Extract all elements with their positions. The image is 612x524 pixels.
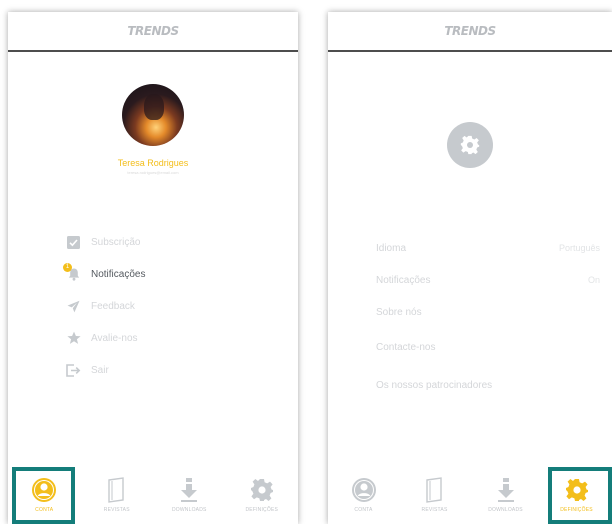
tab-label: DEFINIÇÕES: [560, 507, 593, 513]
download-icon: [492, 476, 520, 504]
tab-label: CONTA: [354, 507, 373, 513]
tab-settings[interactable]: DEFINIÇÕES: [232, 476, 292, 513]
setting-contact-us[interactable]: Contacte-nos: [376, 328, 600, 366]
settings-gear-icon: [447, 122, 493, 168]
magazine-icon: [421, 476, 449, 504]
setting-label: Os nossos patrocinadores: [376, 379, 493, 391]
user-profile: Teresa Rodrigues teresa.rodrigues@email.…: [8, 84, 298, 175]
settings-list: Idioma Português Notificações On Sobre n…: [376, 232, 600, 404]
setting-notifications[interactable]: Notificações On: [376, 264, 600, 296]
setting-label: Idioma: [376, 242, 407, 254]
menu-item-subscription[interactable]: Subscrição: [66, 226, 288, 258]
tab-magazines[interactable]: REVISTAS: [87, 476, 147, 513]
bottom-tab-bar: CONTA REVISTAS DOWNLOADS DEFINIÇÕES: [8, 466, 298, 524]
trends-logo: TRENDS: [444, 24, 496, 38]
trends-logo: TRENDS: [127, 24, 179, 38]
bell-icon: 1: [63, 262, 81, 282]
tab-label: DOWNLOADS: [171, 507, 207, 513]
setting-language[interactable]: Idioma Português: [376, 232, 600, 264]
menu-item-notifications[interactable]: 1 Notificações: [63, 258, 288, 290]
setting-about-us[interactable]: Sobre nós: [376, 296, 600, 328]
account-screen: TRENDS Teresa Rodrigues teresa.rodrigues…: [8, 12, 298, 524]
tab-label: CONTA: [35, 507, 54, 513]
menu-item-logout[interactable]: Sair: [66, 354, 288, 386]
menu-item-rate-us[interactable]: Avalie-nos: [66, 322, 288, 354]
gear-icon: [248, 476, 276, 504]
setting-label: Sobre nós: [376, 306, 422, 318]
tab-label: DEFINIÇÕES: [245, 507, 279, 513]
logout-icon: [66, 363, 81, 378]
menu-item-feedback[interactable]: Feedback: [66, 290, 288, 322]
user-email: teresa.rodrigues@email.com: [127, 170, 179, 175]
menu-item-label: Feedback: [91, 300, 135, 312]
setting-value: Português: [558, 243, 600, 253]
app-header: TRENDS: [8, 12, 298, 52]
user-name: Teresa Rodrigues: [117, 158, 189, 168]
user-icon: [350, 476, 378, 504]
menu-item-label: Notificações: [91, 268, 146, 280]
setting-label: Notificações: [376, 274, 431, 286]
user-icon: [30, 476, 58, 504]
menu-item-label: Avalie-nos: [91, 332, 138, 344]
avatar[interactable]: [122, 84, 184, 146]
menu-item-label: Sair: [91, 364, 109, 376]
tab-label: REVISTAS: [421, 507, 448, 513]
tab-magazines[interactable]: REVISTAS: [405, 476, 465, 513]
send-icon: [66, 299, 81, 314]
download-icon: [175, 476, 203, 504]
tab-downloads[interactable]: DOWNLOADS: [159, 476, 219, 513]
bottom-tab-bar: CONTA REVISTAS DOWNLOADS DEFINIÇÕES: [328, 466, 612, 524]
gear-icon: [563, 476, 591, 504]
account-menu: Subscrição 1 Notificações Feedback Avali…: [63, 226, 288, 386]
notification-badge: 1: [63, 262, 72, 272]
tab-label: REVISTAS: [103, 507, 130, 513]
tab-settings[interactable]: DEFINIÇÕES: [547, 476, 607, 513]
tab-account[interactable]: CONTA: [14, 476, 74, 513]
setting-label: Contacte-nos: [376, 341, 436, 353]
settings-screen: TRENDS Idioma Português Notificações On …: [328, 12, 612, 524]
menu-item-label: Subscrição: [91, 236, 141, 248]
app-header: TRENDS: [328, 12, 612, 52]
star-icon: [66, 331, 81, 346]
magazine-icon: [103, 476, 131, 504]
setting-sponsors[interactable]: Os nossos patrocinadores: [376, 366, 600, 404]
tab-downloads[interactable]: DOWNLOADS: [476, 476, 536, 513]
tab-account[interactable]: CONTA: [334, 476, 394, 513]
setting-value: On: [587, 275, 600, 285]
checkbox-icon: [66, 235, 81, 250]
tab-label: DOWNLOADS: [488, 507, 523, 513]
